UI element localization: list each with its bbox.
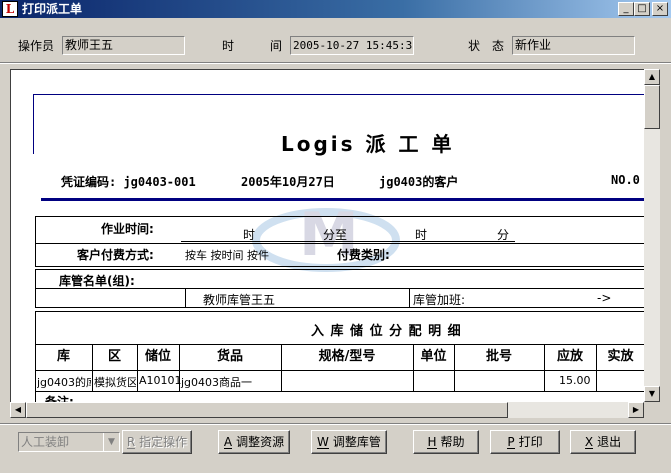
- col-header-actual: 实放: [607, 349, 634, 364]
- cell-warehouse: jg0403的库: [37, 376, 91, 389]
- manager-name: 教师库管王五: [203, 293, 276, 307]
- adjust-manager-hotkey: W: [317, 435, 329, 449]
- col-header-zone: 区: [107, 349, 121, 364]
- assign-operation-label: 指定操作: [139, 435, 188, 449]
- box1-bottom: [35, 266, 645, 267]
- time-field: 2005-10-27 15:45:37: [290, 36, 414, 55]
- col-div-7: [544, 344, 545, 391]
- scroll-right-icon[interactable]: ▶: [628, 402, 644, 418]
- cell-zone: 模拟货区: [94, 376, 136, 389]
- print-button[interactable]: P 打印: [490, 430, 560, 454]
- header-separator: [0, 62, 671, 64]
- cell-should: 15.00: [559, 374, 591, 387]
- report-date: 2005年10月27日: [241, 175, 335, 189]
- handling-mode-value: 人工装卸: [21, 435, 70, 449]
- horizontal-scroll-thumb[interactable]: [26, 402, 508, 418]
- adjust-manager-label: 调整库管: [332, 435, 381, 449]
- col-header-unit: 单位: [420, 349, 447, 364]
- table-row-top: [35, 370, 645, 371]
- manager-arrow: ->: [597, 291, 612, 305]
- work-time-label: 作业时间:: [101, 222, 154, 236]
- table-row-bottom: [35, 391, 645, 392]
- scroll-up-icon[interactable]: ▲: [644, 69, 660, 85]
- time-label-1: 时: [222, 39, 235, 53]
- close-icon[interactable]: ×: [652, 2, 668, 16]
- title-bar: L 打印派工单 _ □ ×: [0, 0, 671, 18]
- manager-list-label: 库管名单(组):: [59, 274, 135, 288]
- footer-separator: [0, 423, 671, 425]
- col-div-1: [92, 344, 93, 391]
- box2-div2: [409, 288, 410, 307]
- col-header-slot: 储位: [144, 349, 171, 364]
- col-div-5: [413, 344, 414, 391]
- operator-label: 操作员: [18, 39, 55, 53]
- print-label: 打印: [518, 435, 543, 449]
- adjust-resource-label: 调整资源: [236, 435, 285, 449]
- help-label: 帮助: [440, 435, 465, 449]
- maximize-icon[interactable]: □: [634, 2, 650, 16]
- cell-goods: jg0403商品一: [181, 376, 253, 389]
- window-title: 打印派工单: [22, 2, 83, 16]
- exit-label: 退出: [597, 435, 622, 449]
- status-field: 新作业: [512, 36, 635, 55]
- col-header-should: 应放: [556, 349, 583, 364]
- table-top: [35, 311, 645, 312]
- assign-operation-hotkey: R: [126, 435, 136, 449]
- meta-underline: [41, 198, 645, 201]
- adjust-resource-button[interactable]: A 调整资源: [218, 430, 290, 454]
- box2-top: [35, 269, 645, 270]
- report-title: Logis 派 工 单: [281, 132, 455, 156]
- col-div-2: [137, 344, 138, 391]
- pay-options: 按车 按时间 按件: [185, 249, 269, 262]
- page-left-line: [33, 94, 34, 154]
- vertical-scrollbar[interactable]: ▲ ▼: [644, 69, 660, 402]
- status-label-2: 态: [492, 39, 505, 53]
- status-label-1: 状: [468, 39, 481, 53]
- pay-method-label: 客户付费方式:: [77, 248, 154, 262]
- box1-mid: [35, 243, 645, 244]
- col-div-6: [454, 344, 455, 391]
- print-hotkey: P: [507, 435, 515, 449]
- col-div-8: [596, 344, 597, 391]
- operator-field: 教师王五: [62, 36, 185, 55]
- assign-operation-button[interactable]: R 指定操作: [122, 430, 192, 454]
- box1-left: [35, 216, 36, 266]
- adjust-resource-hotkey: A: [223, 435, 233, 449]
- horizontal-scrollbar[interactable]: ◀ ▶: [10, 402, 644, 418]
- adjust-manager-button[interactable]: W 调整库管: [311, 430, 387, 454]
- exit-button[interactable]: X 退出: [570, 430, 636, 454]
- col-header-batch: 批号: [485, 349, 512, 364]
- cell-slot: A10101: [139, 374, 182, 387]
- help-button[interactable]: H 帮助: [413, 430, 479, 454]
- help-hotkey: H: [427, 435, 437, 449]
- scroll-left-icon[interactable]: ◀: [10, 402, 26, 418]
- box2-mid: [35, 288, 645, 289]
- time-label-2: 间: [270, 39, 283, 53]
- minimize-icon[interactable]: _: [618, 2, 634, 16]
- dropdown-arrow-icon[interactable]: ▼: [103, 433, 119, 451]
- box2-bottom: [35, 307, 645, 308]
- col-header-warehouse: 库: [56, 349, 70, 364]
- col-header-spec: 规格/型号: [318, 349, 376, 364]
- manager-overtime-label: 库管加班:: [413, 293, 466, 307]
- exit-hotkey: X: [584, 435, 594, 449]
- vertical-scroll-thumb[interactable]: [644, 85, 660, 129]
- work-time-underline: [181, 241, 515, 242]
- page-top-line: [33, 94, 645, 95]
- box2-div1: [185, 288, 186, 307]
- customer-name: jg0403的客户: [379, 175, 459, 189]
- table-header-top: [35, 344, 645, 345]
- handling-mode-select[interactable]: 人工装卸 ▼: [18, 432, 120, 452]
- section-title: 入 库 储 位 分 配 明 细: [311, 324, 462, 339]
- pay-type-label: 付费类别:: [337, 248, 390, 262]
- app-logo-icon: L: [2, 1, 18, 17]
- report-preview[interactable]: M Logis 派 工 单 凭证编码: jg0403-001 2005年10月2…: [10, 69, 645, 403]
- col-header-goods: 货品: [216, 349, 243, 364]
- scroll-down-icon[interactable]: ▼: [644, 386, 660, 402]
- report-number: NO.0: [611, 173, 640, 187]
- col-div-4: [281, 344, 282, 391]
- voucher-code: 凭证编码: jg0403-001: [61, 175, 196, 189]
- scroll-corner: [644, 402, 660, 418]
- box1-top: [35, 216, 645, 217]
